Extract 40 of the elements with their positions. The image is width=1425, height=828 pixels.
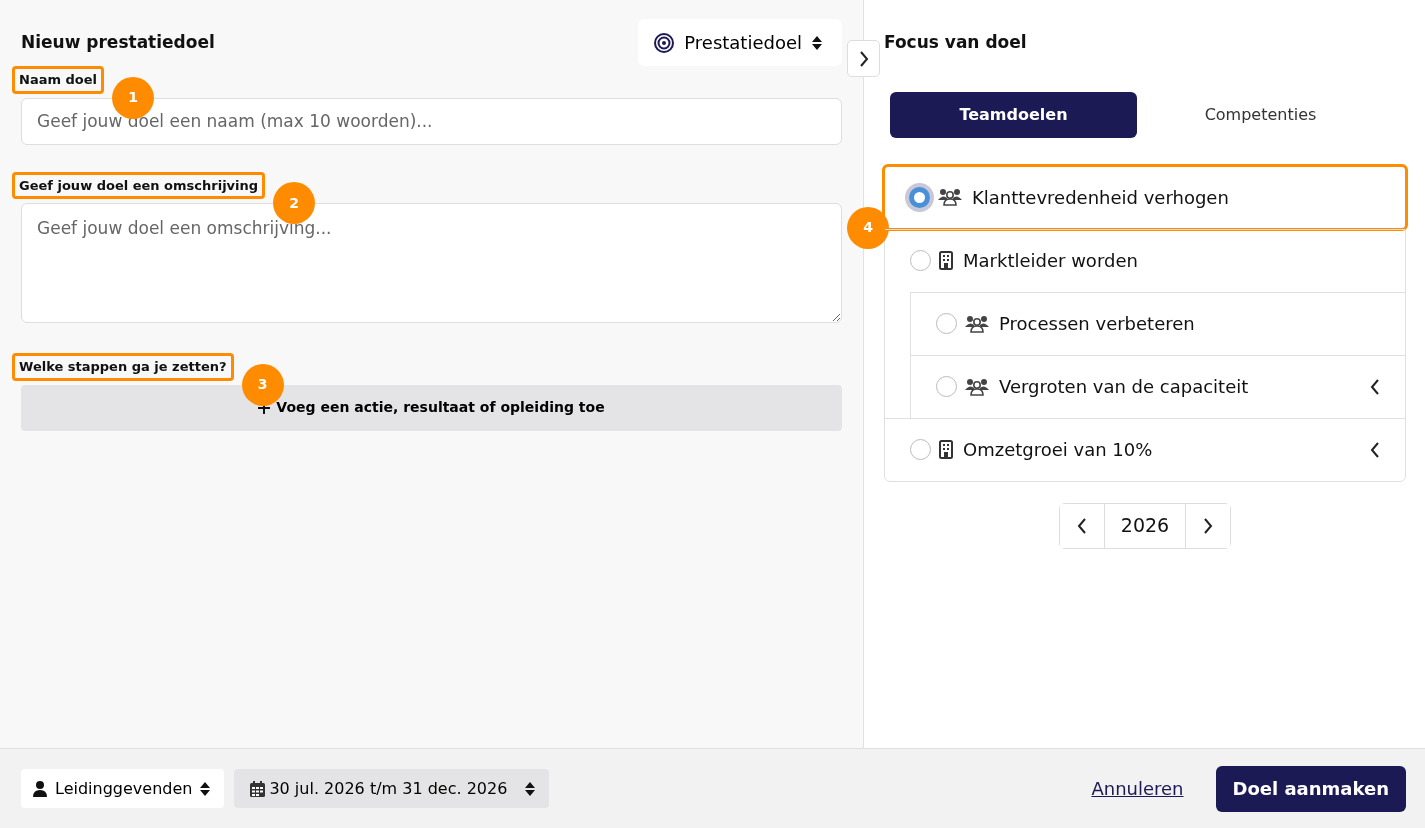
goal-label: Vergroten van de capaciteit — [999, 375, 1249, 399]
collapse-button[interactable] — [847, 40, 880, 77]
goal-item[interactable]: Omzetgroei van 10% — [885, 417, 1405, 481]
tab[interactable]: Teamdoelen — [890, 91, 1137, 138]
goal-label: Marktleider worden — [963, 249, 1138, 273]
field-label: Naam doel — [12, 66, 104, 94]
goal-item[interactable]: Vergroten van de capaciteit — [911, 354, 1405, 418]
field-label: Geef jouw doel een omschrijving — [12, 171, 266, 199]
person-icon — [33, 780, 47, 797]
radio-button[interactable] — [910, 439, 931, 460]
period-select[interactable]: 30 jul. 2026 t/m 31 dec. 2026 — [234, 769, 550, 808]
tab[interactable]: Competenties — [1137, 91, 1384, 138]
field-label: Welke stappen ga je zetten? — [12, 353, 234, 381]
goal-item[interactable]: Marktleider worden — [885, 228, 1405, 292]
building-icon — [939, 251, 953, 270]
target-icon — [654, 32, 675, 53]
goal-label: Klanttevredenheid verhogen — [972, 185, 1229, 210]
sort-icon — [200, 780, 211, 797]
sort-icon — [812, 34, 822, 51]
radio-button[interactable] — [910, 250, 931, 271]
goal-label: Omzetgroei van 10% — [963, 438, 1153, 462]
goal-item[interactable]: Processen verbeteren — [911, 291, 1405, 355]
calendar-icon — [250, 780, 266, 797]
people-icon — [965, 377, 989, 396]
form-title: Nieuw prestatiedoel — [21, 30, 215, 54]
building-icon — [939, 440, 953, 459]
chevron-left-icon — [1077, 518, 1087, 534]
radio-button[interactable] — [936, 313, 957, 334]
audience-select[interactable]: Leidinggevenden — [21, 769, 225, 808]
sort-icon — [525, 780, 536, 797]
people-icon — [938, 188, 962, 206]
radio-button[interactable] — [936, 376, 957, 397]
chevron-right-icon — [1203, 518, 1213, 534]
chevron-right-icon — [858, 50, 869, 67]
panel-title: Focus van doel — [884, 31, 1028, 54]
people-icon — [965, 314, 989, 333]
cancel-link[interactable]: Annuleren — [1085, 774, 1190, 803]
goal-type-select[interactable]: Prestatiedoel — [638, 19, 842, 66]
create-goal-button[interactable]: Doel aanmaken — [1215, 765, 1406, 812]
goal-label: Processen verbeteren — [999, 312, 1195, 336]
